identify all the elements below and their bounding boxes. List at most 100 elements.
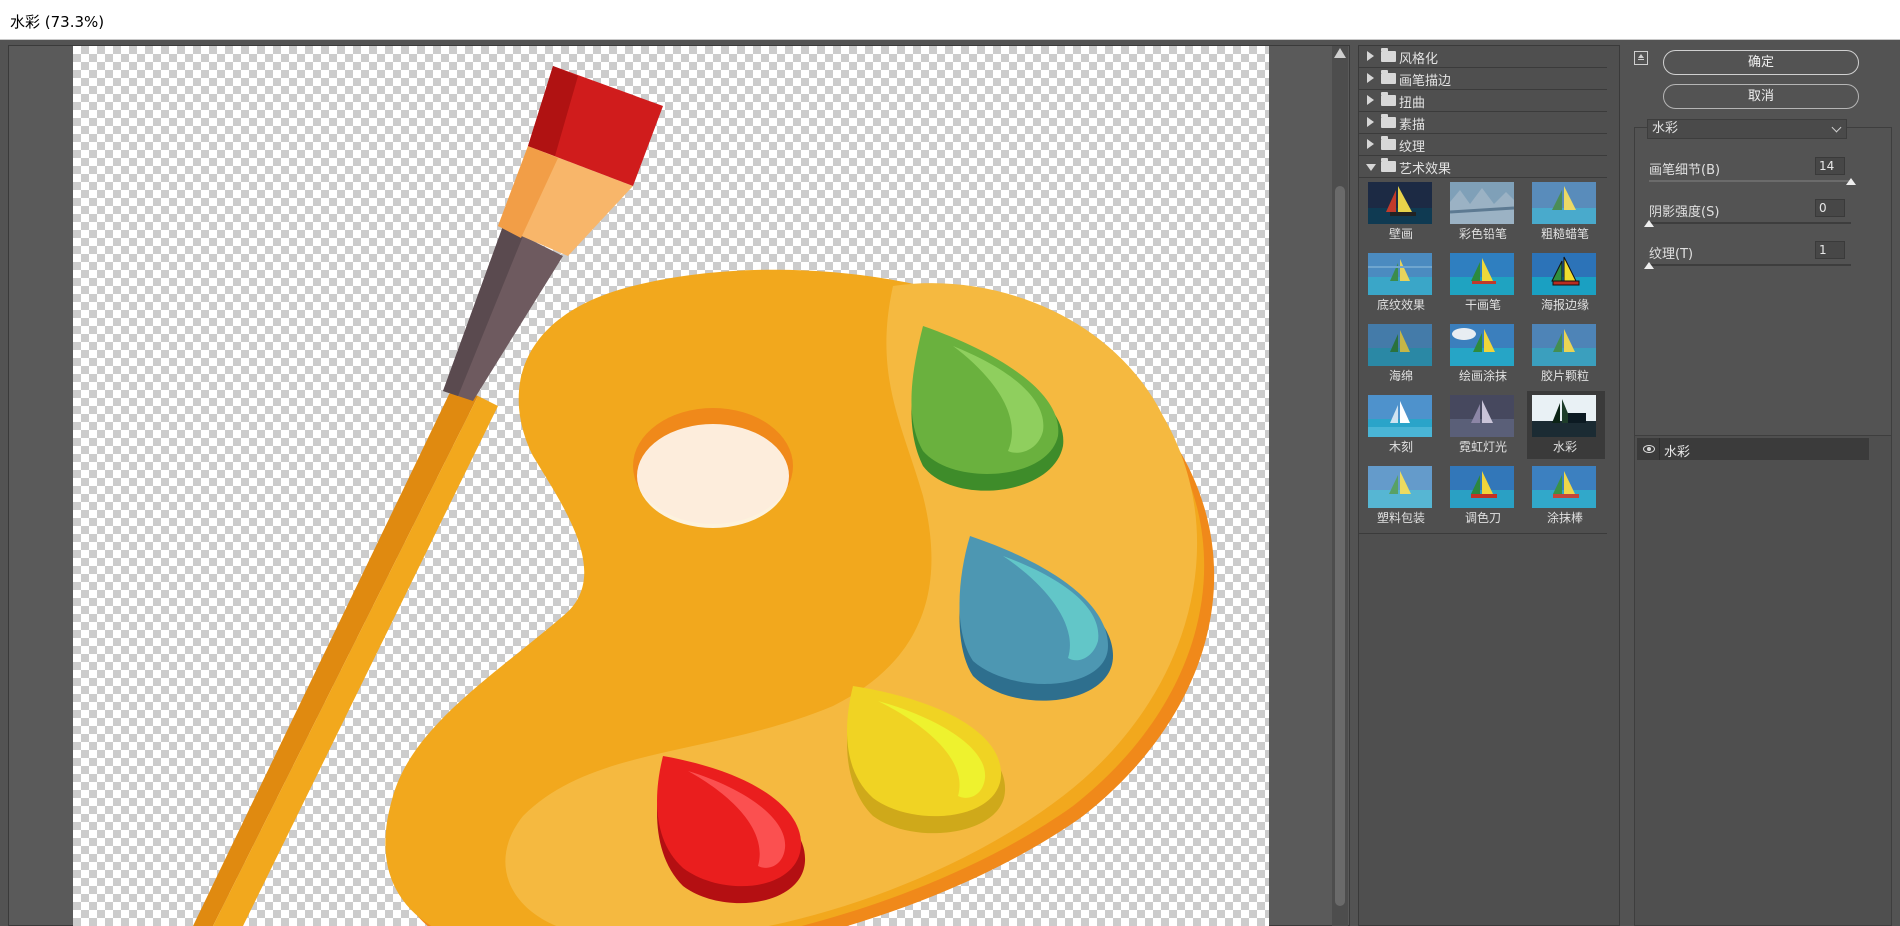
filter-label: 霓虹灯光 <box>1458 440 1507 454</box>
folder-icon <box>1381 136 1396 150</box>
expand-triangle-icon <box>1367 117 1374 127</box>
filter-label: 彩色铅笔 <box>1458 227 1507 241</box>
filter-select[interactable]: 水彩 <box>1647 119 1847 139</box>
brush-detail-input[interactable]: 14 <box>1815 157 1845 175</box>
title-bar: 水彩 (73.3%) <box>0 0 1900 40</box>
filter-select-value: 水彩 <box>1652 121 1679 136</box>
category-sketch[interactable]: 素描 <box>1359 112 1607 134</box>
texture-slider[interactable] <box>1649 264 1851 266</box>
collapse-gallery-icon[interactable] <box>1634 51 1648 65</box>
palette-knife-thumbnail <box>1450 466 1514 508</box>
collapse-triangle-icon <box>1366 164 1376 171</box>
filter-label: 塑料包装 <box>1376 511 1425 525</box>
palette-thumb-hole <box>637 424 789 528</box>
film-grain-thumbnail <box>1532 324 1596 366</box>
expand-triangle-icon <box>1367 51 1374 61</box>
filter-label: 木刻 <box>1388 440 1413 454</box>
watercolor-thumbnail <box>1532 395 1596 437</box>
category-label: 纹理 <box>1399 140 1426 155</box>
filter-label: 底纹效果 <box>1376 298 1425 312</box>
category-label: 艺术效果 <box>1399 162 1452 177</box>
filter-label: 粗糙蜡笔 <box>1540 227 1589 241</box>
effect-layer-watercolor[interactable]: 水彩 <box>1637 438 1869 460</box>
brush-detail-slider[interactable] <box>1649 180 1851 182</box>
filter-label: 海绵 <box>1388 369 1413 383</box>
gallery-divider <box>1359 533 1607 534</box>
filter-palette-knife[interactable]: 调色刀 <box>1445 462 1523 530</box>
param-brush-detail: 画笔细节(B) 14 <box>1649 157 1859 199</box>
scrollbar-thumb[interactable] <box>1335 186 1345 906</box>
row-divider <box>1659 438 1660 460</box>
category-stylize[interactable]: 风格化 <box>1359 46 1607 68</box>
param-shadow-intensity: 阴影强度(S) 0 <box>1644 199 1859 241</box>
expand-triangle-icon <box>1367 73 1374 83</box>
param-label: 阴影强度(S) <box>1649 205 1720 220</box>
filter-rough-pastels[interactable]: 粗糙蜡笔 <box>1527 178 1605 246</box>
window-title: 水彩 (73.3%) <box>10 13 105 31</box>
filter-label: 调色刀 <box>1464 511 1501 525</box>
filter-label: 水彩 <box>1552 440 1577 454</box>
filter-label: 胶片颗粒 <box>1540 369 1589 383</box>
settings-panel: 确定 取消 水彩 画笔细节(B) 14 阴影强度(S) 0 纹理(T) 1 水彩 <box>1628 45 1900 926</box>
folder-open-icon <box>1381 158 1396 172</box>
preview-scrollbar[interactable] <box>1332 46 1348 926</box>
folder-icon <box>1381 114 1396 128</box>
filter-colored-pencil[interactable]: 彩色铅笔 <box>1445 178 1523 246</box>
filter-cutout[interactable]: 木刻 <box>1363 391 1441 459</box>
filter-poster-edges[interactable]: 海报边缘 <box>1527 249 1605 317</box>
filter-label: 壁画 <box>1388 227 1413 241</box>
filter-smudge-stick[interactable]: 涂抹棒 <box>1527 462 1605 530</box>
slider-fill <box>1649 180 1851 182</box>
filter-underpainting[interactable]: 底纹效果 <box>1363 249 1441 317</box>
paint-palette-illustration <box>193 66 1215 926</box>
slider-handle[interactable] <box>1644 262 1654 269</box>
preview-canvas[interactable] <box>73 46 1269 926</box>
paint-daubs-thumbnail <box>1450 324 1514 366</box>
underpainting-thumbnail <box>1368 253 1432 295</box>
param-label: 纹理(T) <box>1649 247 1694 262</box>
plastic-wrap-thumbnail <box>1368 466 1432 508</box>
param-label: 画笔细节(B) <box>1649 163 1721 178</box>
category-distort[interactable]: 扭曲 <box>1359 90 1607 112</box>
shadow-intensity-slider[interactable] <box>1649 222 1851 224</box>
filter-label: 涂抹棒 <box>1546 511 1583 525</box>
category-brush-strokes[interactable]: 画笔描边 <box>1359 68 1607 90</box>
filter-fresco[interactable]: 壁画 <box>1363 178 1441 246</box>
fresco-thumbnail <box>1368 182 1432 224</box>
ok-button[interactable]: 确定 <box>1663 50 1859 75</box>
applied-effects-list: 水彩 <box>1634 435 1892 926</box>
param-texture: 纹理(T) 1 <box>1644 241 1859 283</box>
category-texture[interactable]: 纹理 <box>1359 134 1607 156</box>
slider-handle[interactable] <box>1846 178 1856 185</box>
slider-handle[interactable] <box>1644 220 1654 227</box>
filter-label: 海报边缘 <box>1540 298 1589 312</box>
visibility-eye-icon[interactable] <box>1643 445 1655 453</box>
category-label: 扭曲 <box>1399 96 1426 111</box>
texture-input[interactable]: 1 <box>1815 241 1845 259</box>
scroll-up-icon[interactable] <box>1334 48 1346 58</box>
neon-glow-thumbnail <box>1450 395 1514 437</box>
poster-edges-thumbnail <box>1532 253 1596 295</box>
cancel-button[interactable]: 取消 <box>1663 84 1859 109</box>
dry-brush-thumbnail <box>1450 253 1514 295</box>
filter-sponge[interactable]: 海绵 <box>1363 320 1441 388</box>
filter-gallery: 风格化 画笔描边 扭曲 素描 纹理 艺术效果 壁画 彩色铅笔 粗糙蜡笔 底纹效果… <box>1358 45 1620 926</box>
filter-film-grain[interactable]: 胶片颗粒 <box>1527 320 1605 388</box>
folder-icon <box>1381 48 1396 62</box>
filter-dry-brush[interactable]: 干画笔 <box>1445 249 1523 317</box>
shadow-intensity-input[interactable]: 0 <box>1815 199 1845 217</box>
filter-neon-glow[interactable]: 霓虹灯光 <box>1445 391 1523 459</box>
cutout-thumbnail <box>1368 395 1432 437</box>
category-artistic[interactable]: 艺术效果 <box>1359 156 1607 178</box>
folder-icon <box>1381 70 1396 84</box>
folder-icon <box>1381 92 1396 106</box>
filter-plastic-wrap[interactable]: 塑料包装 <box>1363 462 1441 530</box>
expand-triangle-icon <box>1367 95 1374 105</box>
effect-layer-name: 水彩 <box>1664 445 1691 460</box>
expand-triangle-icon <box>1367 139 1374 149</box>
chevron-down-icon <box>1831 122 1842 133</box>
filter-paint-daubs[interactable]: 绘画涂抹 <box>1445 320 1523 388</box>
sponge-thumbnail <box>1368 324 1432 366</box>
filter-watercolor[interactable]: 水彩 <box>1527 391 1605 459</box>
colored-pencil-thumbnail <box>1450 182 1514 224</box>
